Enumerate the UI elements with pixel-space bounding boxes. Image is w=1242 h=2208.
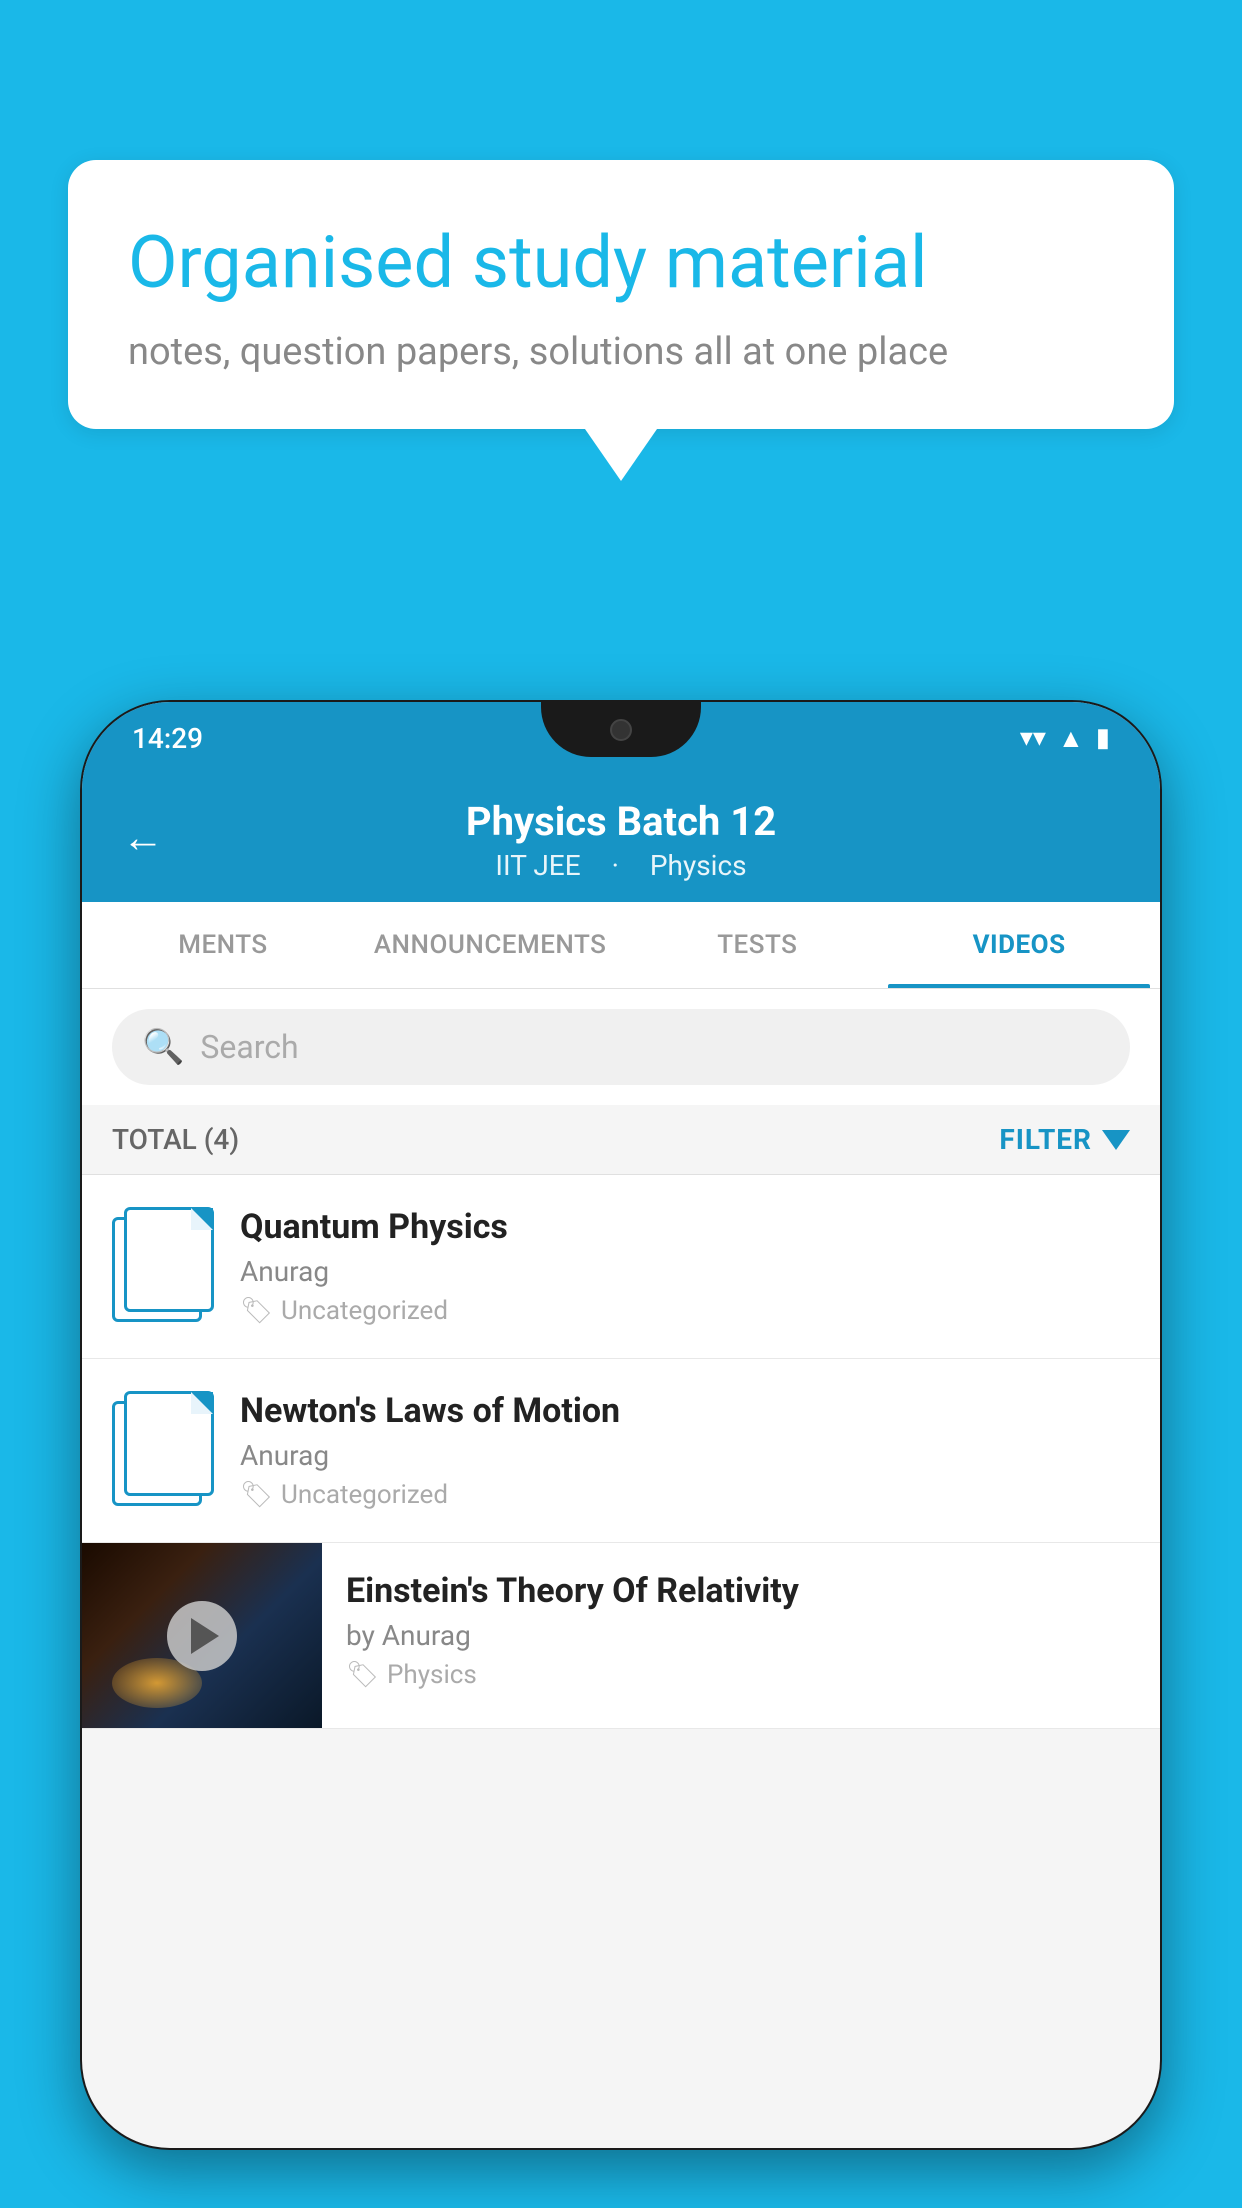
wifi-icon: ▾▾ [1020,723,1046,753]
play-triangle-icon [191,1618,219,1654]
bubble-subtitle: notes, question papers, solutions all at… [128,330,1114,374]
tag-text: Uncategorized [281,1296,448,1326]
tag-icon: 🏷 [240,1296,273,1326]
video-info: Newton's Laws of Motion Anurag 🏷 Uncateg… [240,1391,1130,1510]
speech-bubble-card: Organised study material notes, question… [68,160,1174,429]
video-author: Anurag [240,1439,1130,1472]
video-tag: 🏷 Uncategorized [240,1480,1130,1510]
filter-button[interactable]: FILTER [999,1123,1130,1156]
subtitle-sep: · [612,849,619,882]
video-author: by Anurag [346,1619,1136,1652]
search-placeholder: Search [200,1028,298,1066]
search-bar[interactable]: 🔍 Search [112,1009,1130,1085]
search-icon: 🔍 [142,1027,184,1067]
bubble-title: Organised study material [128,220,1114,306]
file-icon-wrapper [112,1391,212,1501]
status-icons: ▾▾ ▲ ▮ [1020,723,1110,754]
total-count: TOTAL (4) [112,1123,239,1156]
tag-icon: 🏷 [346,1660,379,1690]
signal-icon: ▲ [1058,723,1084,754]
tab-announcements[interactable]: ANNOUNCEMENTS [354,902,627,988]
video-title: Newton's Laws of Motion [240,1391,1130,1431]
video-tag: 🏷 Uncategorized [240,1296,1130,1326]
list-item[interactable]: Newton's Laws of Motion Anurag 🏷 Uncateg… [82,1359,1160,1543]
video-list: Quantum Physics Anurag 🏷 Uncategorized N… [82,1175,1160,1729]
file-icon-wrapper [112,1207,212,1317]
speech-bubble-section: Organised study material notes, question… [68,160,1174,481]
subtitle-physics: Physics [650,849,747,882]
phone-frame: 14:29 ▾▾ ▲ ▮ ← Physics Batch 12 IIT JEE … [80,700,1162,2150]
list-item[interactable]: Einstein's Theory Of Relativity by Anura… [82,1543,1160,1729]
bubble-tail [585,429,657,481]
file-icon-front [124,1391,214,1496]
video-info: Einstein's Theory Of Relativity by Anura… [322,1543,1160,1718]
app-header: ← Physics Batch 12 IIT JEE · Physics [82,774,1160,902]
notch [541,702,701,757]
phone-screen: 14:29 ▾▾ ▲ ▮ ← Physics Batch 12 IIT JEE … [82,702,1160,2148]
tag-text: Physics [387,1660,477,1690]
header-title: Physics Batch 12 [466,798,776,845]
tag-icon: 🏷 [240,1480,273,1510]
tab-ments[interactable]: MENTS [92,902,354,988]
tab-tests[interactable]: TESTS [626,902,888,988]
search-container: 🔍 Search [82,989,1160,1105]
list-item[interactable]: Quantum Physics Anurag 🏷 Uncategorized [82,1175,1160,1359]
status-time: 14:29 [132,722,203,755]
filter-funnel-icon [1102,1130,1130,1150]
video-title: Quantum Physics [240,1207,1130,1247]
subtitle-iit: IIT JEE [495,849,580,882]
video-tag: 🏷 Physics [346,1660,1136,1690]
play-button[interactable] [167,1601,237,1671]
status-bar: 14:29 ▾▾ ▲ ▮ [82,702,1160,774]
video-info: Quantum Physics Anurag 🏷 Uncategorized [240,1207,1130,1326]
tag-text: Uncategorized [281,1480,448,1510]
video-author: Anurag [240,1255,1130,1288]
back-button[interactable]: ← [122,814,164,863]
tab-videos[interactable]: VIDEOS [888,902,1150,988]
header-subtitle: IIT JEE · Physics [483,849,758,882]
battery-icon: ▮ [1096,723,1110,753]
video-title: Einstein's Theory Of Relativity [346,1571,1136,1611]
file-icon-front [124,1207,214,1312]
tab-bar: MENTS ANNOUNCEMENTS TESTS VIDEOS [82,902,1160,989]
video-thumbnail [82,1543,322,1728]
camera-dot [610,719,632,741]
filter-bar: TOTAL (4) FILTER [82,1105,1160,1175]
